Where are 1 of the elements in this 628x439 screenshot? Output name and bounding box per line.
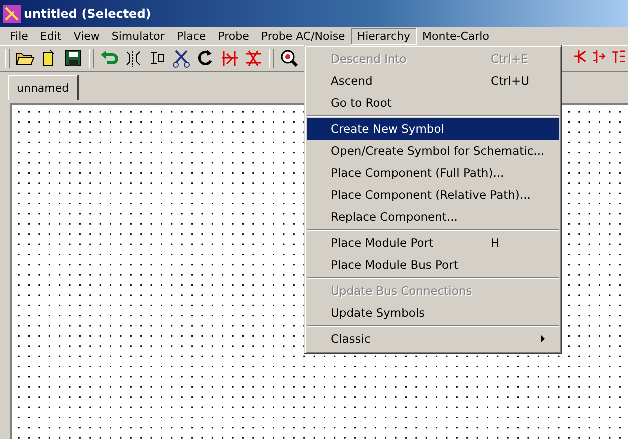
window-title: untitled (Selected) xyxy=(24,6,152,20)
